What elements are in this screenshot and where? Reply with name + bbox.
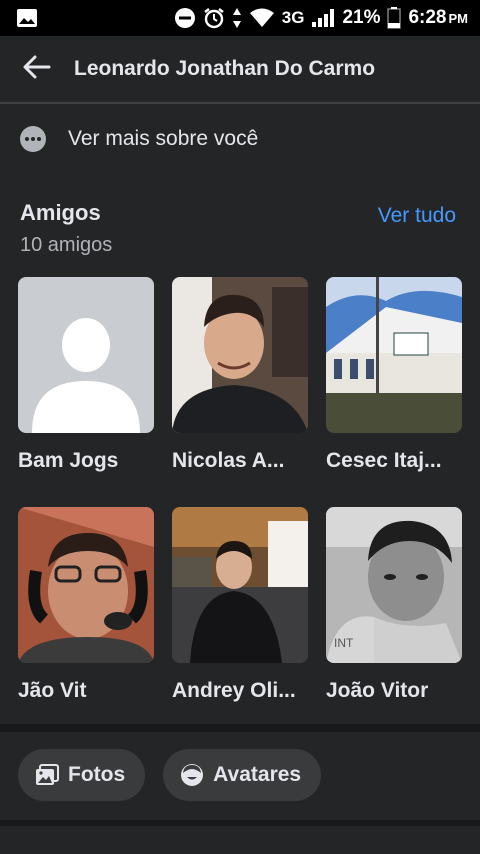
wifi-icon bbox=[249, 8, 275, 28]
friend-name: Cesec Itaj... bbox=[326, 449, 442, 472]
profile-shortcuts: Fotos Avatares bbox=[18, 749, 322, 801]
do-not-disturb-icon bbox=[174, 7, 196, 29]
friend-name: João Vitor bbox=[326, 679, 429, 702]
section-divider bbox=[0, 820, 480, 826]
network-type: 3G bbox=[281, 8, 305, 27]
clock: 6:28 PM bbox=[408, 7, 468, 28]
photos-icon bbox=[34, 762, 60, 788]
alarm-icon bbox=[203, 7, 225, 29]
status-bar: 3G 21% 6:28 PM bbox=[0, 0, 480, 36]
photos-label: Fotos bbox=[68, 763, 126, 786]
friend-photo bbox=[326, 277, 462, 433]
friend-name: Bam Jogs bbox=[18, 449, 119, 472]
avatar-face-icon bbox=[179, 762, 205, 788]
friends-count: 10 amigos bbox=[20, 234, 113, 256]
friend-card[interactable]: Andrey Oli... bbox=[172, 507, 308, 737]
svg-text:INT: INT bbox=[334, 636, 354, 650]
gallery-notification-icon bbox=[16, 8, 38, 28]
friend-photo: INT bbox=[326, 507, 462, 663]
section-divider bbox=[0, 724, 480, 732]
friends-grid: Bam Jogs Nicolas A... Cesec Itaj... Jão … bbox=[18, 277, 464, 737]
friend-card[interactable]: Bam Jogs bbox=[18, 277, 154, 507]
friends-section-header: Amigos 10 amigos Ver tudo bbox=[20, 200, 460, 257]
avatars-button[interactable]: Avatares bbox=[163, 749, 322, 801]
friend-name: Jão Vit bbox=[18, 679, 87, 702]
back-button[interactable] bbox=[20, 52, 54, 86]
signal-icon bbox=[311, 8, 335, 28]
avatars-label: Avatares bbox=[213, 763, 302, 786]
photos-button[interactable]: Fotos bbox=[18, 749, 146, 801]
top-bar: Leonardo Jonathan Do Carmo bbox=[0, 36, 480, 104]
see-more-about-label: Ver mais sobre você bbox=[68, 127, 259, 150]
friend-card[interactable]: Cesec Itaj... bbox=[326, 277, 462, 507]
battery-icon bbox=[387, 7, 402, 29]
battery-percent: 21% bbox=[342, 7, 381, 28]
data-transfer-icon bbox=[232, 7, 242, 29]
friend-name: Nicolas A... bbox=[172, 449, 285, 472]
page-title: Leonardo Jonathan Do Carmo bbox=[74, 57, 376, 80]
friend-photo-default-avatar bbox=[18, 277, 154, 433]
friend-card[interactable]: Nicolas A... bbox=[172, 277, 308, 507]
friend-card[interactable]: Jão Vit bbox=[18, 507, 154, 737]
more-dots-icon bbox=[20, 126, 46, 152]
friend-name: Andrey Oli... bbox=[172, 679, 296, 702]
friend-photo bbox=[18, 507, 154, 663]
friend-card[interactable]: INT João Vitor bbox=[326, 507, 462, 737]
arrow-left-icon bbox=[23, 55, 51, 84]
friend-photo bbox=[172, 507, 308, 663]
see-more-about-you[interactable]: Ver mais sobre você bbox=[0, 108, 480, 170]
see-all-friends-link[interactable]: Ver tudo bbox=[378, 204, 456, 228]
friend-photo bbox=[172, 277, 308, 433]
